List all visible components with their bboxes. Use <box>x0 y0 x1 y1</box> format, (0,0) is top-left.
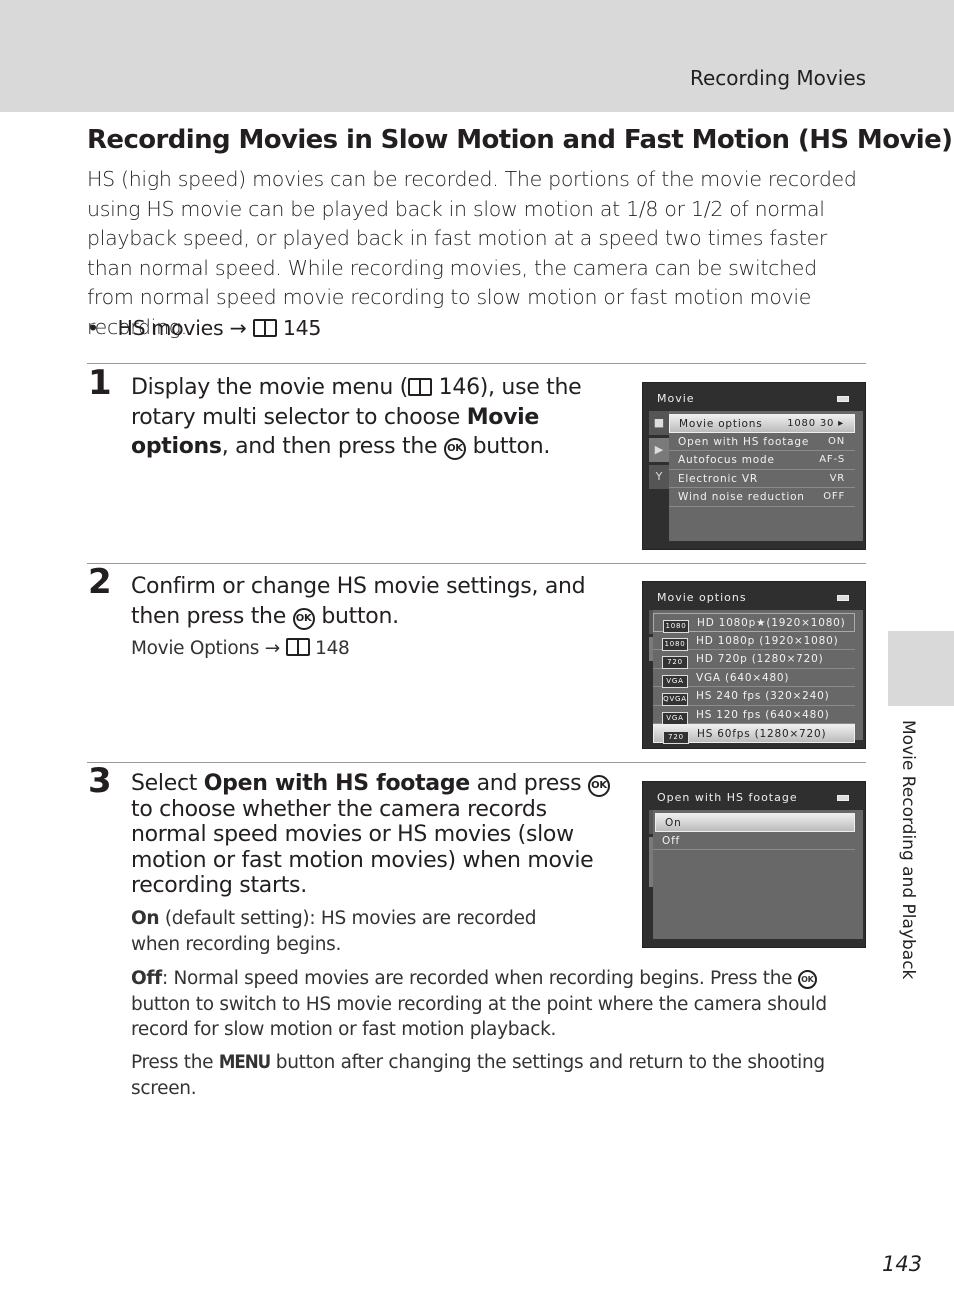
option-on[interactable]: On <box>655 813 855 832</box>
option-item[interactable]: 720 HD 720p (1280×720) <box>653 650 855 669</box>
wrench-icon: Y <box>649 465 669 489</box>
menu-item[interactable]: Movie options 1080 30 ▸ <box>669 414 855 433</box>
option-item[interactable]: 1080 HD 1080p (1920×1080) <box>653 632 855 651</box>
menu-item[interactable]: Open with HS footage ON <box>669 433 855 451</box>
divider <box>87 762 866 763</box>
page-ref: 145 <box>282 316 322 340</box>
camera-icon: ■ <box>649 411 669 435</box>
battery-icon <box>837 396 849 402</box>
page-number: 143 <box>882 1252 923 1276</box>
bullet-text: HS movies <box>117 316 224 340</box>
ok-button-icon: OK <box>292 607 315 630</box>
option-off[interactable]: Off <box>653 832 855 850</box>
menu-button-icon: MENU <box>218 1052 271 1073</box>
book-icon <box>285 638 310 656</box>
off-description: Off: Normal speed movies are recorded wh… <box>131 968 827 1040</box>
screen-title: Open with HS footage <box>657 791 798 804</box>
divider <box>87 363 866 364</box>
step-number: 3 <box>88 761 112 801</box>
book-icon <box>252 319 277 337</box>
section-title: Recording Movies <box>690 66 866 90</box>
menu-instruction: Press the MENU button after changing the… <box>131 1052 825 1099</box>
option-item[interactable]: 1080 HD 1080p★(1920×1080) <box>653 613 855 633</box>
side-tab-label: Movie Recording and Playback <box>898 720 918 980</box>
bullet-reference: • HS movies → 145 <box>87 316 322 340</box>
screen-title: Movie <box>657 392 695 405</box>
battery-icon <box>837 795 849 801</box>
camera-screen-movie-options: Movie options 1080 HD 1080p★(1920×1080) 1… <box>642 581 866 749</box>
menu-item[interactable]: Autofocus mode AF-S <box>669 451 855 470</box>
step-2-reference: Movie Options → 148 <box>131 638 350 659</box>
menu-item[interactable]: Electronic VR VR <box>669 470 855 488</box>
battery-icon <box>837 595 849 601</box>
arrow-icon: → <box>229 316 247 340</box>
on-description: On (default setting): HS movies are reco… <box>131 908 537 955</box>
option-item[interactable]: VGA VGA (640×480) <box>653 669 855 688</box>
step-2-text: Confirm or change HS movie settings, and… <box>131 574 586 630</box>
page-header: Recording Movies <box>0 0 954 112</box>
step-1-text: Display the movie menu ( 146), use the r… <box>131 375 582 460</box>
option-item[interactable]: QVGA HS 240 fps (320×240) <box>653 687 855 706</box>
divider <box>87 563 866 564</box>
step-number: 1 <box>88 363 112 403</box>
step-number: 2 <box>88 562 112 602</box>
step-3-text: Select Open with HS footage and press OK… <box>131 771 611 898</box>
menu-item[interactable]: Wind noise reduction OFF <box>669 488 855 507</box>
movie-icon: ▶ <box>649 438 669 462</box>
page-title: Recording Movies in Slow Motion and Fast… <box>87 125 953 155</box>
ok-button-icon: OK <box>797 970 817 989</box>
book-icon <box>407 378 432 396</box>
screen-title: Movie options <box>657 591 747 604</box>
camera-screen-open-with-hs: Open with HS footage On Off <box>642 781 866 948</box>
option-item-selected[interactable]: 720 HS 60fps (1280×720) <box>653 724 855 744</box>
option-item[interactable]: VGA HS 120 fps (640×480) <box>653 706 855 725</box>
ok-button-icon: OK <box>587 775 610 797</box>
side-tab <box>888 631 954 706</box>
camera-screen-movie-menu: Movie ■ ▶ Y Movie options 1080 30 ▸ Open wi… <box>642 382 866 550</box>
ok-button-icon: OK <box>443 438 466 460</box>
